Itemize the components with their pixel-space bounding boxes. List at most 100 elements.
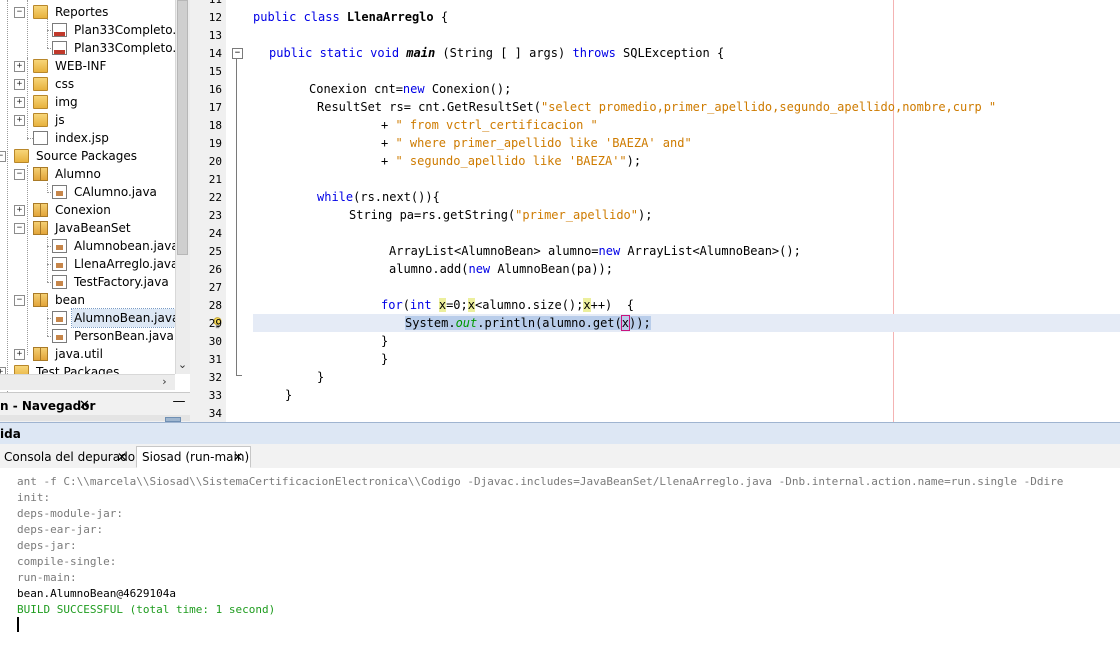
line-number: 18 [208, 119, 222, 132]
line-number: 12 [208, 11, 222, 24]
close-icon[interactable]: ✕ [117, 446, 127, 468]
tree-item-plan33-jasper[interactable]: Plan33Completo.jasp [0, 21, 190, 39]
program-output-line: bean.AlumnoBean@4629104a [17, 587, 176, 600]
code-line-14[interactable]: public static void main (String [ ] args… [269, 44, 724, 62]
package-icon [33, 347, 48, 361]
package-icon [33, 221, 48, 235]
code-line-26[interactable]: alumno.add(new AlumnoBean(pa)); [389, 260, 613, 278]
tab-debugger-console[interactable]: Consola del depurador ✕ [0, 446, 140, 468]
tree-item-label: img [55, 95, 78, 109]
scroll-right-icon[interactable]: › [157, 374, 172, 389]
tree-item-label: AlumnoBean.java [70, 308, 183, 328]
tree-item-source-packages[interactable]: − Source Packages [0, 147, 175, 165]
code-line-18[interactable]: + " from vctrl_certificacion " [381, 116, 598, 134]
expand-toggle[interactable]: + [14, 61, 25, 72]
tree-scroll-thumb[interactable] [177, 0, 188, 255]
tree-item-alumno[interactable]: − Alumno [0, 165, 175, 183]
tree-item-alumnobean-java-selected[interactable]: AlumnoBean.java [0, 308, 183, 328]
tree-item-reportes[interactable]: − Reportes [0, 3, 175, 21]
output-window-title[interactable]: ida [0, 425, 21, 443]
jrxml-report-icon [52, 41, 67, 55]
project-tree[interactable]: − Reportes Plan33Completo.jasp Plan33Com… [0, 0, 190, 392]
tree-item-calumno-java[interactable]: CAlumno.java [0, 183, 175, 201]
console-input-caret[interactable] [17, 617, 19, 632]
collapse-toggle[interactable]: − [14, 295, 25, 306]
tree-item-testfactory-java[interactable]: TestFactory.java [0, 273, 175, 291]
tree-item-js[interactable]: + js [0, 111, 175, 129]
output-line: deps-ear-jar: [17, 523, 104, 536]
folder-icon [33, 95, 48, 109]
code-line-16[interactable]: Conexion cnt=new Conexion(); [309, 80, 511, 98]
line-number: 33 [208, 389, 222, 402]
tree-item-plan33-jrxml[interactable]: Plan33Completo.jrxm [0, 39, 190, 57]
expand-toggle[interactable]: + [14, 115, 25, 126]
line-number: 19 [208, 137, 222, 150]
line-number: 28 [208, 299, 222, 312]
tree-item-bean[interactable]: − bean [0, 291, 175, 309]
output-line: run-main: [17, 571, 77, 584]
tree-item-label: Plan33Completo.jasp [74, 23, 190, 37]
code-line-23[interactable]: String pa=rs.getString("primer_apellido"… [349, 206, 652, 224]
tree-item-img[interactable]: + img [0, 93, 175, 111]
line-number: 24 [208, 227, 222, 240]
navigator-body [0, 415, 190, 421]
line-number: 26 [208, 263, 222, 276]
code-line-17[interactable]: ResultSet rs= cnt.GetResultSet("select p… [317, 98, 996, 116]
code-line-30[interactable]: } [381, 332, 388, 350]
line-number: 13 [208, 29, 222, 42]
code-line-25[interactable]: ArrayList<AlumnoBean> alumno=new ArrayLi… [389, 242, 801, 260]
code-line-32[interactable]: } [317, 368, 324, 386]
tree-item-test-packages[interactable]: + Test Packages [0, 363, 175, 374]
tree-item-label: TestFactory.java [74, 275, 169, 289]
code-line-12[interactable]: public class LlenaArreglo { [253, 8, 448, 26]
code-line-28[interactable]: for(int x=0;x<alumno.size();x++) { [381, 296, 634, 314]
tree-item-javabeanset[interactable]: − JavaBeanSet [0, 219, 175, 237]
tree-item-label: Reportes [55, 5, 109, 19]
package-icon [33, 167, 48, 181]
tree-item-css[interactable]: + css [0, 75, 175, 93]
tree-item-index-jsp[interactable]: index.jsp [0, 129, 175, 147]
code-line-19[interactable]: + " where primer_apellido like 'BAEZA' a… [381, 134, 692, 152]
expand-toggle[interactable]: + [14, 349, 25, 360]
tree-horizontal-scrollbar[interactable] [0, 374, 175, 390]
code-line-20[interactable]: + " segundo_apellido like 'BAEZA'"); [381, 152, 641, 170]
code-line-33[interactable]: } [285, 386, 292, 404]
tree-item-label: CAlumno.java [74, 185, 157, 199]
package-icon [33, 293, 48, 307]
java-file-icon [52, 239, 67, 253]
output-line: compile-single: [17, 555, 117, 568]
tree-item-conexion[interactable]: + Conexion [0, 201, 175, 219]
minimize-icon[interactable]: — [172, 392, 186, 412]
tree-item-java-util[interactable]: + java.util [0, 345, 175, 363]
fold-toggle[interactable]: − [232, 48, 243, 59]
line-number: 30 [208, 335, 222, 348]
tab-siosad-run-main[interactable]: Siosad (run-main) ✕ [136, 446, 251, 468]
tree-item-personbean-java[interactable]: PersonBean.java [0, 327, 175, 345]
expand-toggle[interactable]: + [0, 367, 6, 374]
line-number: 23 [208, 209, 222, 222]
collapse-toggle[interactable]: − [14, 7, 25, 18]
code-line-22[interactable]: while(rs.next()){ [317, 188, 440, 206]
line-number: 16 [208, 83, 222, 96]
code-editor[interactable] [190, 0, 1120, 422]
collapse-toggle[interactable]: − [14, 169, 25, 180]
output-line: init: [17, 491, 51, 504]
scroll-down-icon[interactable]: ⌄ [175, 357, 190, 372]
output-console[interactable] [0, 468, 1120, 653]
tree-item-alumnobean-java[interactable]: Alumnobean.java [0, 237, 179, 255]
expand-toggle[interactable]: + [14, 97, 25, 108]
collapse-toggle[interactable]: − [0, 151, 6, 162]
close-icon[interactable]: ✕ [233, 446, 243, 468]
tree-item-label: Alumnobean.java [74, 239, 179, 253]
jasper-report-icon [52, 23, 67, 37]
code-line-31[interactable]: } [381, 350, 388, 368]
java-file-icon [52, 185, 67, 199]
folder-icon [14, 365, 29, 374]
tree-item-llenaarreglo-java[interactable]: LlenaArreglo.java [0, 255, 178, 273]
expand-toggle[interactable]: + [14, 79, 25, 90]
close-icon[interactable]: ✕ [79, 396, 90, 416]
code-line-29[interactable]: System.out.println(alumno.get(x)); [405, 314, 651, 332]
expand-toggle[interactable]: + [14, 205, 25, 216]
tree-item-web-inf[interactable]: + WEB-INF [0, 57, 175, 75]
collapse-toggle[interactable]: − [14, 223, 25, 234]
